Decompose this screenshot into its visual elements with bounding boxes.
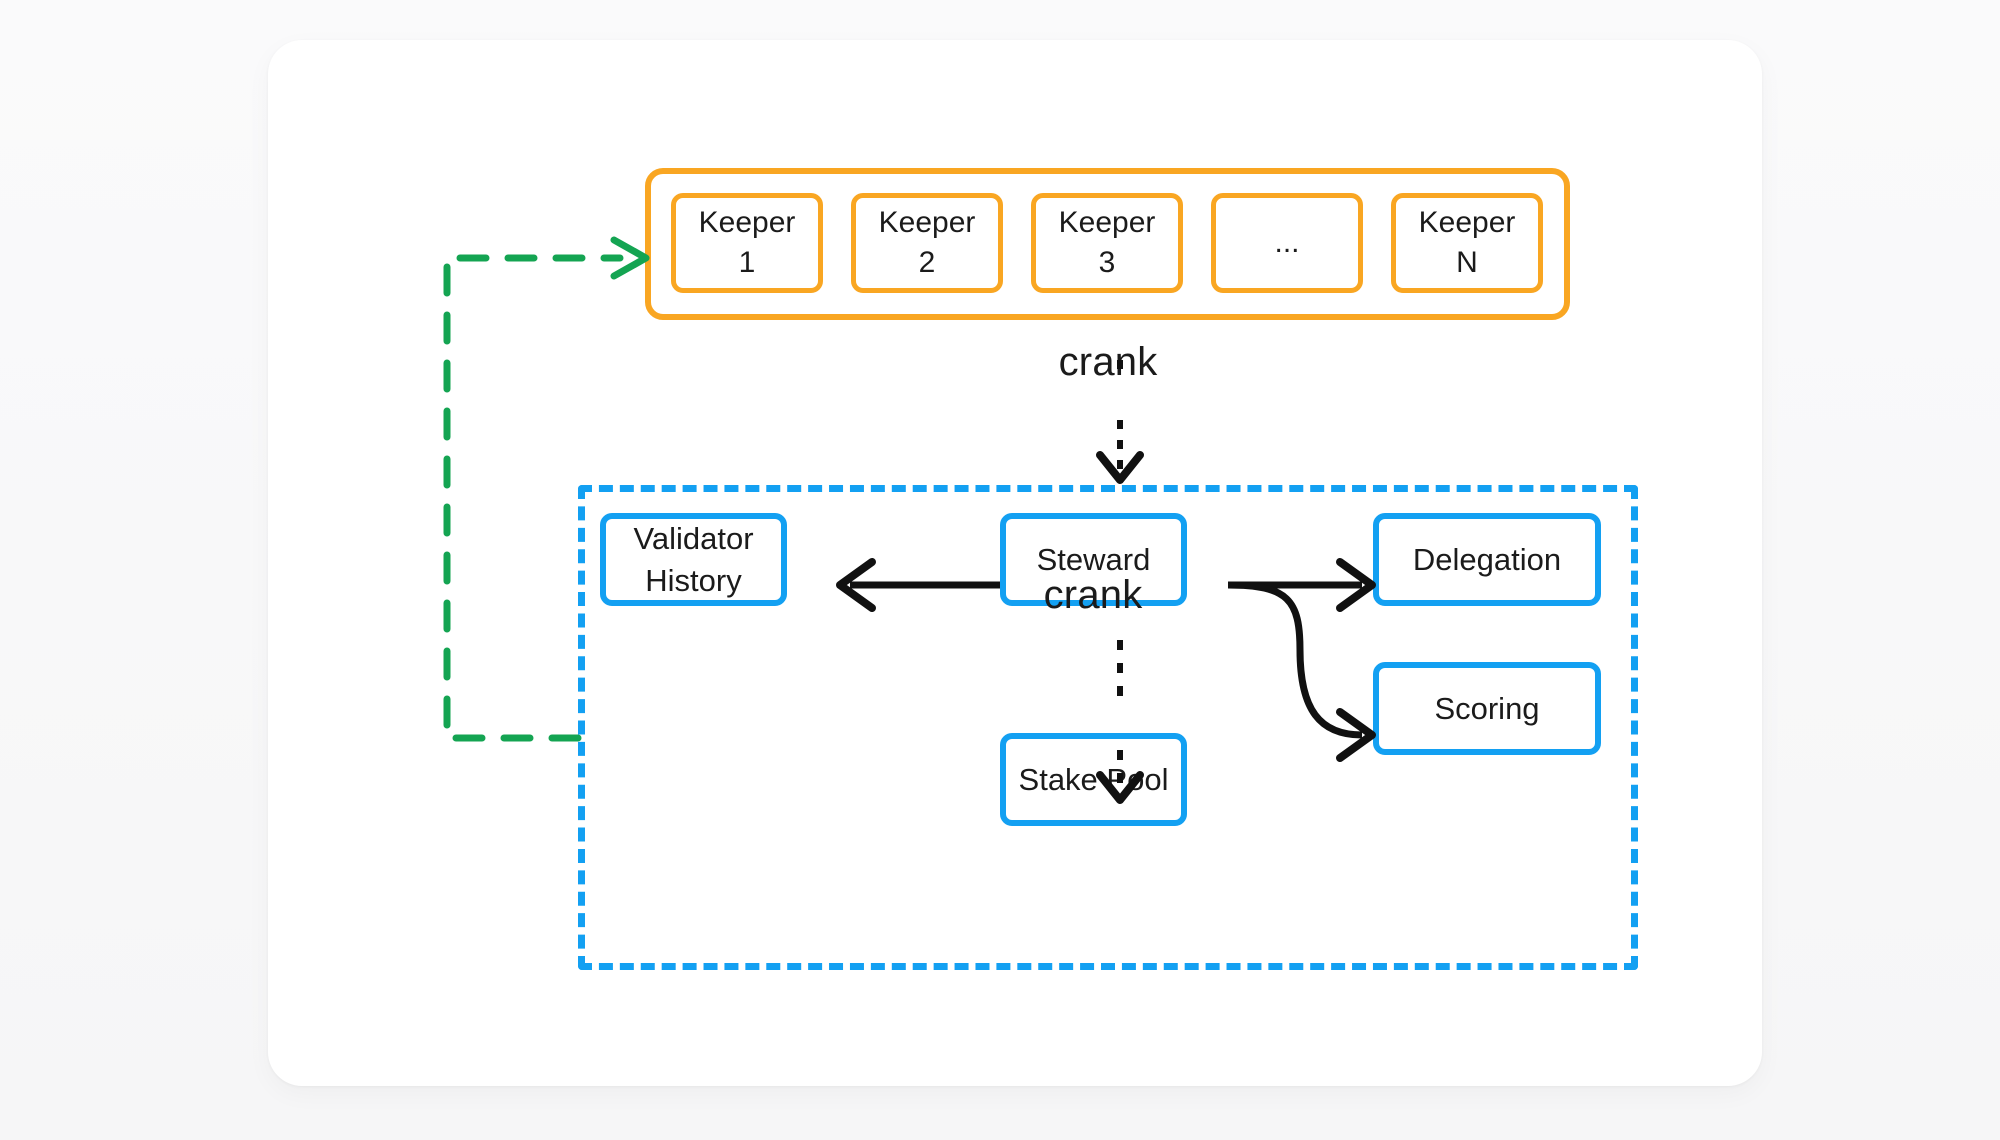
keeper-box-2[interactable]: Keeper 2 xyxy=(851,193,1003,293)
crank-label-top: crank xyxy=(1058,340,1158,384)
validator-history-box[interactable]: Validator History xyxy=(600,513,787,606)
page-background: Keeper 1 Keeper 2 Keeper 3 ... Keeper N … xyxy=(0,0,2000,1140)
scoring-box[interactable]: Scoring xyxy=(1373,662,1601,755)
stake-pool-box[interactable]: Stake Pool xyxy=(1000,733,1187,826)
delegation-box[interactable]: Delegation xyxy=(1373,513,1601,606)
diagram-card: Keeper 1 Keeper 2 Keeper 3 ... Keeper N … xyxy=(268,40,1762,1086)
crank-label-bottom: crank xyxy=(1043,573,1143,617)
keeper-box-1[interactable]: Keeper 1 xyxy=(671,193,823,293)
keeper-box-3[interactable]: Keeper 3 xyxy=(1031,193,1183,293)
keeper-box-ellipsis[interactable]: ... xyxy=(1211,193,1363,293)
keeper-box-n[interactable]: Keeper N xyxy=(1391,193,1543,293)
